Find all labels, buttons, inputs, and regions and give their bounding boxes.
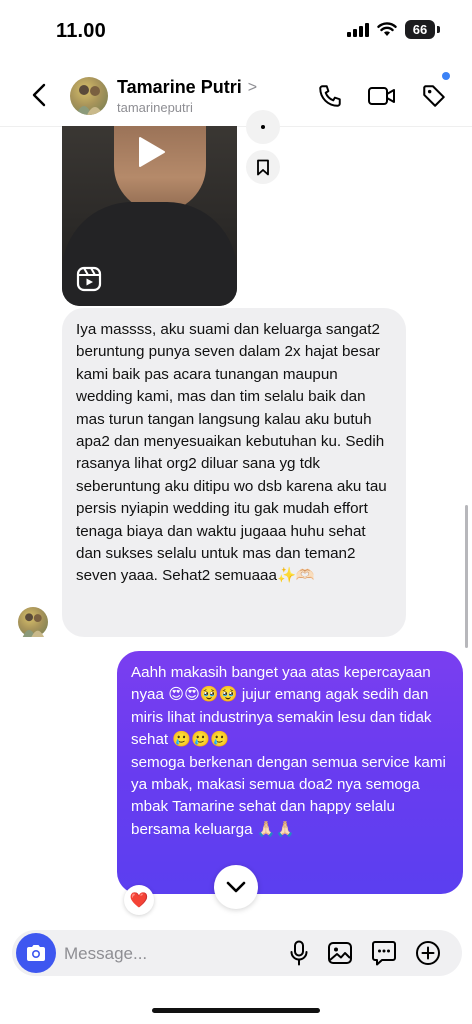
status-icons: 66 [347, 20, 440, 39]
video-call-button[interactable] [366, 80, 398, 112]
chevron-right-icon: > [247, 78, 258, 96]
camera-icon [27, 945, 45, 961]
sticker-button[interactable] [368, 937, 400, 969]
heart-reaction[interactable]: ❤️ [124, 885, 154, 915]
contact-avatar[interactable] [70, 77, 108, 115]
status-time: 11.00 [56, 20, 106, 42]
chevron-down-icon [226, 881, 246, 893]
avatar-photo-icon [22, 613, 45, 637]
reels-icon [76, 266, 102, 292]
chat-bubble-icon [372, 941, 396, 966]
audio-call-button[interactable] [314, 80, 346, 112]
save-button[interactable] [246, 150, 280, 184]
tag-button[interactable] [418, 80, 450, 112]
image-icon [328, 942, 352, 964]
home-indicator [152, 1008, 320, 1013]
cellular-signal-icon [347, 22, 369, 37]
more-icon [261, 125, 265, 129]
video-icon [368, 87, 395, 105]
play-icon[interactable] [132, 134, 168, 170]
more-options-button[interactable] [246, 110, 280, 144]
gallery-button[interactable] [324, 937, 356, 969]
received-message-bubble[interactable]: Iya massss, aku suami dan keluarga sanga… [62, 308, 406, 637]
avatar-photo-icon [76, 85, 103, 115]
sent-message-bubble[interactable]: Aahh makasih banget yaa atas kepercayaan… [117, 651, 463, 894]
chevron-left-icon [32, 83, 46, 107]
scroll-to-bottom-button[interactable] [214, 865, 258, 909]
tag-icon [423, 85, 445, 107]
message-input[interactable] [62, 935, 266, 973]
add-attachment-button[interactable] [412, 937, 444, 969]
back-button[interactable] [24, 80, 54, 110]
wifi-icon [377, 22, 397, 36]
voice-message-button[interactable] [283, 937, 315, 969]
shared-reel[interactable] [62, 126, 237, 306]
notification-dot [442, 72, 450, 80]
phone-icon [319, 85, 341, 107]
contact-username: tamarineputri [117, 100, 193, 115]
scrollbar[interactable] [465, 505, 468, 648]
bookmark-icon [257, 159, 269, 175]
battery-nub [437, 26, 440, 33]
sender-avatar[interactable] [18, 607, 48, 637]
contact-name-label: Tamarine Putri [117, 77, 242, 97]
battery-indicator: 66 [405, 20, 435, 39]
contact-name[interactable]: Tamarine Putri > [117, 77, 257, 98]
microphone-icon [290, 940, 308, 966]
camera-button[interactable] [16, 933, 56, 973]
plus-circle-icon [416, 941, 440, 965]
